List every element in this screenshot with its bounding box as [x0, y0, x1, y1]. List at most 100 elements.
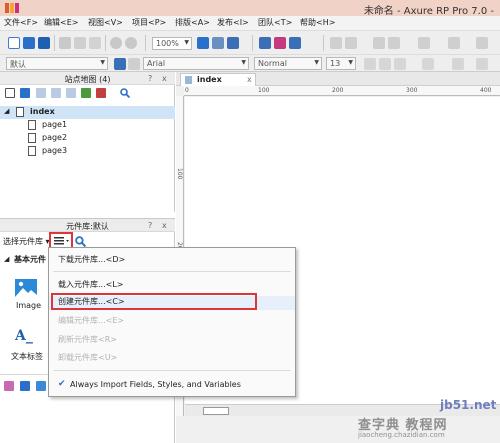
chevron-down-icon: ▼ [241, 59, 246, 66]
category-basic[interactable]: 基本元件 [14, 254, 46, 265]
menu-item-always-import[interactable]: Always Import Fields, Styles, and Variab… [49, 380, 295, 394]
menu-team[interactable]: 团队<T> [258, 17, 292, 28]
style-value: 默认 [10, 60, 26, 69]
scrollbar-thumb[interactable] [203, 407, 229, 415]
font-size-select[interactable]: 13 ▼ [326, 57, 356, 70]
window-title: 未命名 - Axure RP Pro 7.0 - [363, 6, 494, 17]
collapse-triangle-icon[interactable]: ◢ [4, 107, 9, 115]
open-folder-icon[interactable] [23, 37, 35, 49]
group-icon[interactable] [330, 37, 342, 49]
chevron-down-icon: ▼ [100, 59, 105, 66]
send-back-icon[interactable] [388, 37, 400, 49]
select-mode-icon[interactable] [197, 37, 209, 49]
tab-bar: index x [176, 72, 500, 86]
menu-item-edit-library[interactable]: 编辑元件库...<E> [49, 315, 295, 329]
underline-icon[interactable] [394, 58, 406, 70]
menu-arrange[interactable]: 排版<A> [175, 17, 210, 28]
menu-publish[interactable]: 发布<I> [217, 17, 249, 28]
menu-project[interactable]: 项目<P> [132, 17, 166, 28]
bold-icon[interactable] [364, 58, 376, 70]
cut-icon[interactable] [59, 37, 71, 49]
move-down-icon[interactable] [51, 88, 61, 98]
help-icon[interactable]: ? [148, 74, 152, 83]
align-icon[interactable] [418, 37, 430, 49]
close-icon[interactable]: x [162, 74, 167, 83]
align-left-icon[interactable] [476, 58, 488, 70]
font-family-select[interactable]: Arial ▼ [143, 57, 249, 70]
ungroup-icon[interactable] [345, 37, 357, 49]
page-item-page2[interactable]: page2 [0, 132, 175, 145]
font-family-value: Arial [147, 59, 166, 68]
italic-icon[interactable] [379, 58, 391, 70]
menu-view[interactable]: 视图<V> [88, 17, 123, 28]
main-toolbar: 100% ▼ [0, 30, 500, 54]
menu-item-unload-library[interactable]: 卸载元件库<U> [49, 352, 295, 366]
connector-icon[interactable] [212, 37, 224, 49]
menu-item-refresh-library[interactable]: 刷新元件库<R> [49, 334, 295, 348]
move-up-icon[interactable] [36, 381, 46, 391]
menu-item-download-library[interactable]: 下载元件库...<D> [49, 254, 295, 268]
zoom-value: 100% [156, 39, 179, 48]
folder-icon[interactable] [20, 381, 30, 391]
ruler-tick-label: 400 [480, 87, 492, 94]
new-file-icon[interactable] [8, 37, 20, 49]
outdent-icon[interactable] [66, 88, 76, 98]
expand-triangle-icon[interactable]: ◢ [4, 255, 9, 263]
highlight-box [51, 293, 257, 310]
close-icon[interactable]: x [162, 221, 167, 230]
paste-icon[interactable] [89, 37, 101, 49]
connection-point-icon[interactable] [227, 37, 239, 49]
preview-icon[interactable] [259, 37, 271, 49]
lock-icon[interactable] [476, 37, 488, 49]
page-label: page3 [42, 146, 68, 155]
copy-icon[interactable] [74, 37, 86, 49]
menu-item-load-library[interactable]: 载入元件库...<L> [49, 279, 295, 293]
zoom-select[interactable]: 100% ▼ [152, 37, 192, 50]
help-icon[interactable]: ? [148, 221, 152, 230]
menu-bar: 文件<F> 编辑<E> 视图<V> 项目<P> 排版<A> 发布<I> 团队<T… [0, 16, 500, 30]
close-icon[interactable]: x [247, 75, 252, 84]
format-painter-icon[interactable] [114, 58, 126, 70]
menu-file[interactable]: 文件<F> [4, 17, 38, 28]
menu-help[interactable]: 帮助<H> [300, 17, 335, 28]
library-select[interactable]: 选择元件库 ▾ [3, 236, 50, 247]
image-widget-icon[interactable] [15, 279, 37, 297]
search-icon[interactable] [120, 88, 130, 98]
page-icon [16, 107, 24, 117]
text-label-widget-icon[interactable]: A_ [15, 328, 33, 344]
publish-icon[interactable] [289, 37, 301, 49]
font-color-icon[interactable] [422, 58, 434, 70]
indent-icon[interactable] [81, 88, 91, 98]
page-item-index[interactable]: ◢ index [0, 106, 175, 119]
font-size-value: 13 [330, 59, 341, 68]
menu-edit[interactable]: 编辑<E> [44, 17, 78, 28]
page-item-page3[interactable]: page3 [0, 145, 175, 158]
move-up-icon[interactable] [36, 88, 46, 98]
add-page-icon[interactable] [5, 88, 15, 98]
bring-front-icon[interactable] [373, 37, 385, 49]
widget-label: Image [16, 301, 42, 310]
chevron-down-icon: ▼ [348, 59, 353, 66]
redo-icon[interactable] [125, 37, 137, 49]
font-weight-select[interactable]: Normal ▼ [254, 57, 322, 70]
distribute-icon[interactable] [448, 37, 460, 49]
page-item-page1[interactable]: page1 [0, 119, 175, 132]
ruler-tick-label: 100 [258, 87, 270, 94]
page-icon [28, 133, 36, 143]
add-folder-icon[interactable] [20, 88, 30, 98]
page-label: page2 [42, 133, 68, 142]
style-editor-icon[interactable] [128, 58, 140, 70]
ruler-tick-label: 100 [176, 168, 183, 180]
sitemap-header: 站点地图 (4) ? x [0, 72, 175, 85]
add-library-icon[interactable] [4, 381, 14, 391]
share-icon[interactable] [274, 37, 286, 49]
format-toolbar: 默认 ▼ Arial ▼ Normal ▼ 13 ▼ [0, 54, 500, 72]
tab-index[interactable]: index x [180, 73, 256, 86]
bullet-list-icon[interactable] [452, 58, 464, 70]
page-label: index [30, 107, 55, 116]
search-icon[interactable] [75, 236, 86, 247]
save-icon[interactable] [38, 37, 50, 49]
undo-icon[interactable] [110, 37, 122, 49]
delete-icon[interactable] [96, 88, 106, 98]
style-select[interactable]: 默认 ▼ [6, 57, 108, 70]
